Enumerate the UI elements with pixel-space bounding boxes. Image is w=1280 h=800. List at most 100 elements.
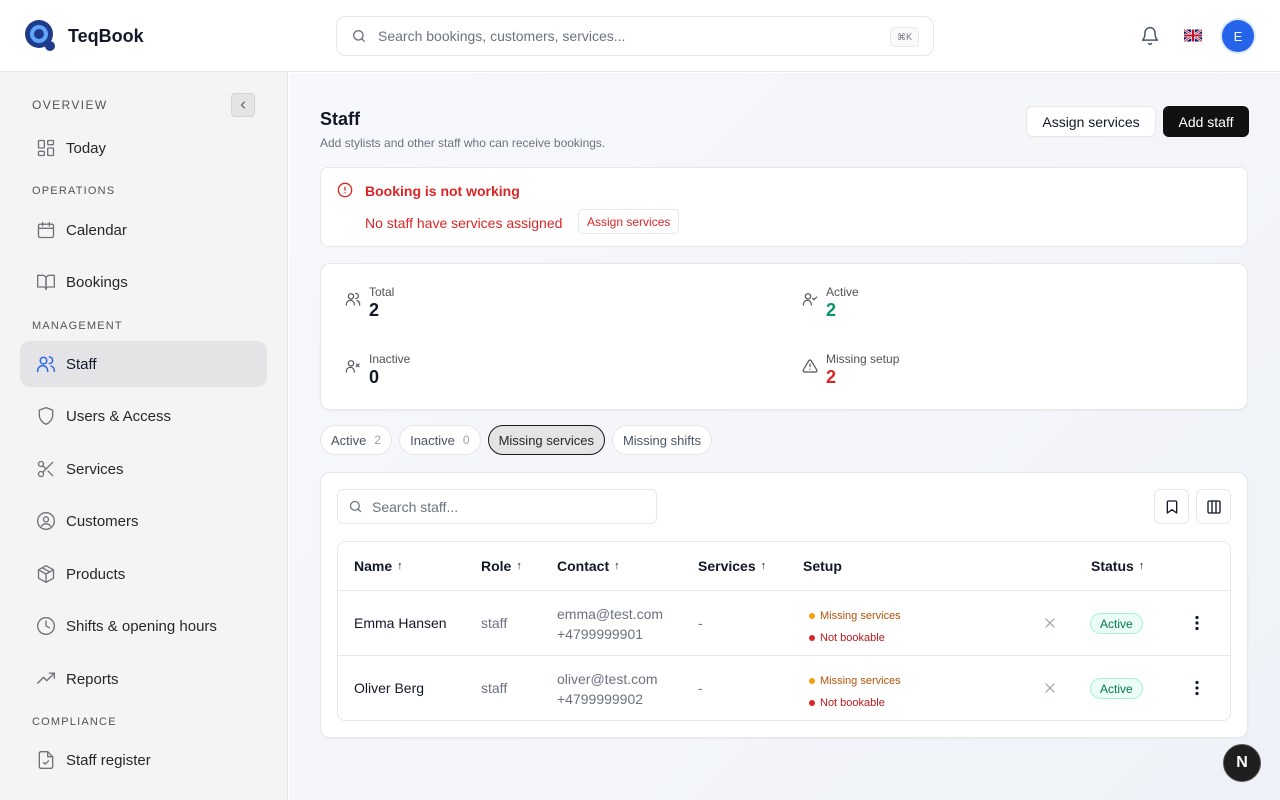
close-icon[interactable]: [1043, 616, 1057, 630]
staff-contact: oliver@test.com +4799999902: [557, 669, 658, 709]
columns-button[interactable]: [1196, 489, 1231, 524]
more-vertical-icon[interactable]: [1194, 680, 1200, 696]
staff-name: Oliver Berg: [354, 680, 425, 696]
user-avatar[interactable]: E: [1222, 20, 1254, 52]
column-label: Name: [354, 558, 393, 574]
sidebar-item-label: Customers: [66, 512, 139, 530]
sidebar-item-staff-register[interactable]: Staff register: [20, 737, 267, 783]
column-name[interactable]: Name ↑: [354, 558, 403, 574]
user-check-icon: [802, 293, 818, 306]
sidebar-item-label: Calendar: [66, 221, 127, 239]
trending-up-icon: [36, 672, 56, 684]
table-row[interactable]: Oliver Berg staff oliver@test.com +47999…: [338, 656, 1230, 720]
filter-chip-missing-shifts[interactable]: Missing shifts: [611, 425, 712, 455]
column-status[interactable]: Status ↑: [1091, 558, 1144, 574]
stat-label: Inactive: [369, 352, 411, 366]
sidebar-item-staff[interactable]: Staff: [20, 341, 267, 387]
stat-value: 0: [369, 367, 380, 387]
column-services[interactable]: Services ↑: [698, 558, 766, 574]
sidebar-item-label: Staff: [66, 355, 97, 373]
add-staff-button[interactable]: Add staff: [1163, 106, 1249, 137]
staff-email: oliver@test.com: [557, 671, 658, 687]
uk-flag-icon[interactable]: [1184, 29, 1202, 42]
book-icon: [37, 274, 55, 291]
sidebar-item-services[interactable]: Services: [20, 446, 267, 492]
alert-assign-services-button[interactable]: Assign services: [578, 209, 680, 234]
filter-chip-active[interactable]: Active 2: [320, 425, 393, 455]
close-icon[interactable]: [1043, 681, 1057, 695]
page-subtitle: Add stylists and other staff who can rec…: [320, 136, 606, 150]
sidebar-item-bookings[interactable]: Bookings: [20, 259, 267, 305]
teqbook-logo-icon: [25, 20, 55, 51]
file-check-icon: [38, 751, 54, 769]
scissors-icon: [37, 460, 54, 478]
table-row[interactable]: Emma Hansen staff emma@test.com +4799999…: [338, 591, 1230, 656]
saved-views-button[interactable]: [1154, 489, 1189, 524]
column-contact[interactable]: Contact ↑: [557, 558, 620, 574]
sort-arrow-icon: ↑: [760, 560, 767, 572]
staff-setup: Missing services Not bookable: [809, 670, 901, 714]
status-badge: Active: [1090, 678, 1143, 699]
column-label: Role: [481, 558, 512, 574]
stat-label: Missing setup: [826, 352, 900, 366]
stat-value: 2: [826, 367, 837, 387]
sidebar-item-label: Today: [66, 139, 107, 157]
bell-icon[interactable]: [1140, 26, 1160, 46]
user-circle-icon: [37, 512, 55, 530]
column-role[interactable]: Role ↑: [481, 558, 522, 574]
staff-search[interactable]: [337, 489, 657, 524]
filter-chip-inactive[interactable]: Inactive 0: [399, 425, 481, 455]
booking-alert: Booking is not working No staff have ser…: [320, 167, 1248, 247]
stat-label: Active: [826, 285, 859, 299]
global-search-input[interactable]: [378, 28, 868, 44]
page-title: Staff: [320, 109, 360, 129]
chip-label: Active: [331, 432, 367, 448]
error-dot-icon: [809, 635, 815, 641]
main-content: Staff Add stylists and other staff who c…: [289, 73, 1280, 800]
staff-phone: +4799999902: [557, 691, 644, 707]
stat-value: 2: [826, 300, 837, 320]
shield-icon: [38, 407, 54, 425]
staff-table-card: Name ↑ Role ↑ Contact ↑ Services ↑ Setup Sta…: [320, 472, 1248, 738]
staff-stats-card: Total 2 Active 2 Inactive 0 Missing setu…: [320, 263, 1248, 410]
logo[interactable]: TeqBook: [24, 19, 144, 53]
global-search[interactable]: ⌘K: [336, 16, 934, 56]
sidebar-item-label: Services: [66, 460, 124, 478]
sidebar-item-shifts[interactable]: Shifts & opening hours: [20, 603, 267, 649]
section-operations: OPERATIONS: [32, 185, 116, 197]
more-vertical-icon[interactable]: [1194, 615, 1200, 631]
sort-arrow-icon: ↑: [397, 560, 403, 572]
staff-name: Emma Hansen: [354, 615, 447, 631]
collapse-sidebar-button[interactable]: [231, 93, 255, 117]
filter-chips: Active 2 Inactive 0 Missing services Mis…: [320, 425, 712, 455]
staff-phone: +4799999901: [557, 626, 644, 642]
filter-chip-missing-services[interactable]: Missing services: [487, 425, 605, 455]
sort-arrow-icon: ↑: [1138, 560, 1145, 572]
section-compliance: COMPLIANCE: [32, 716, 117, 728]
sidebar-item-label: Bookings: [66, 273, 128, 291]
nextjs-dev-button[interactable]: N: [1223, 744, 1261, 782]
calendar-icon: [37, 221, 55, 239]
package-icon: [37, 565, 55, 583]
setup-warning: Missing services: [820, 675, 901, 687]
error-dot-icon: [809, 700, 815, 706]
search-icon: [353, 30, 365, 42]
chevron-left-icon: [240, 101, 246, 109]
sidebar-item-label: Staff register: [66, 751, 151, 769]
column-label: Services: [698, 558, 756, 574]
staff-search-input[interactable]: [372, 498, 642, 515]
warning-dot-icon: [809, 613, 815, 619]
sidebar-item-calendar[interactable]: Calendar: [20, 207, 267, 253]
sidebar-item-customers[interactable]: Customers: [20, 498, 267, 544]
assign-services-button[interactable]: Assign services: [1026, 106, 1156, 137]
column-label: Contact: [557, 558, 610, 574]
sidebar-item-users-access[interactable]: Users & Access: [20, 393, 267, 439]
staff-setup: Missing services Not bookable: [809, 605, 901, 649]
setup-error: Not bookable: [820, 697, 885, 709]
sidebar-item-today[interactable]: Today: [20, 125, 267, 171]
sidebar-item-label: Products: [66, 565, 126, 583]
sidebar-item-reports[interactable]: Reports: [20, 656, 267, 702]
search-icon: [349, 500, 362, 513]
sidebar-item-products[interactable]: Products: [20, 551, 267, 597]
search-shortcut: ⌘K: [889, 27, 919, 47]
